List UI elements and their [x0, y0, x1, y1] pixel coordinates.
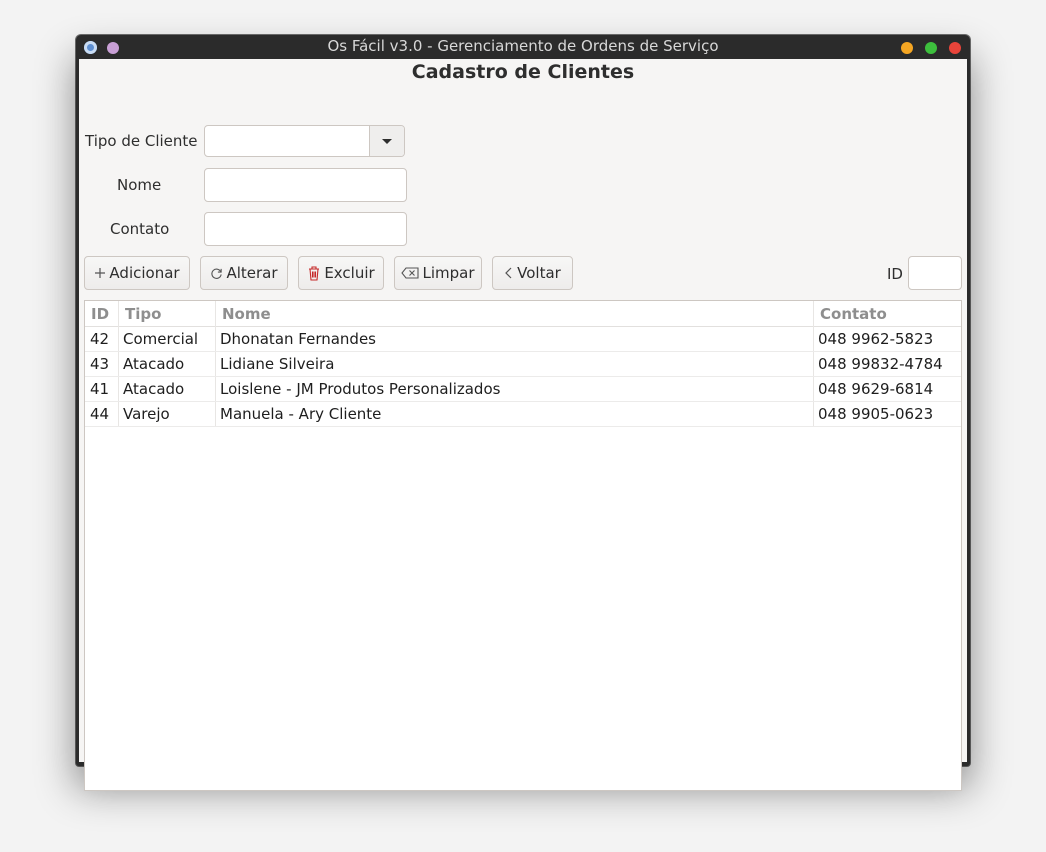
cell-nome: Lidiane Silveira	[220, 355, 335, 373]
title-bar[interactable]: Os Fácil v3.0 - Gerenciamento de Ordens …	[76, 35, 970, 59]
back-button[interactable]: Voltar	[492, 256, 573, 290]
clients-table[interactable]: ID Tipo Nome Contato 42 Comercial Dhonat…	[84, 300, 962, 791]
cell-nome: Manuela - Ary Cliente	[220, 405, 382, 423]
cell-id: 43	[90, 355, 110, 373]
backspace-icon	[401, 267, 420, 279]
column-header-id[interactable]: ID	[91, 305, 109, 323]
table-row[interactable]: 42 Comercial Dhonatan Fernandes 048 9962…	[85, 326, 961, 352]
cell-id: 44	[90, 405, 110, 423]
edit-button-label: Alterar	[226, 264, 278, 282]
add-button-label: Adicionar	[109, 264, 180, 282]
tipo-cliente-select[interactable]	[204, 125, 405, 157]
app-window: Os Fácil v3.0 - Gerenciamento de Ordens …	[76, 35, 970, 791]
window-title: Os Fácil v3.0 - Gerenciamento de Ordens …	[327, 37, 719, 55]
cell-tipo: Atacado	[123, 380, 185, 398]
cell-contato: 048 99832-4784	[818, 355, 943, 373]
cell-nome: Loislene - JM Produtos Personalizados	[220, 380, 501, 398]
clear-button-label: Limpar	[422, 264, 475, 282]
main-content: Cadastro de Clientes Tipo de Cliente Nom…	[79, 59, 967, 791]
column-header-tipo[interactable]: Tipo	[125, 305, 161, 323]
contato-input[interactable]	[204, 212, 407, 246]
page-title: Cadastro de Clientes	[411, 61, 635, 83]
table-row[interactable]: 43 Atacado Lidiane Silveira 048 99832-47…	[85, 351, 961, 377]
cell-nome: Dhonatan Fernandes	[220, 330, 376, 348]
minimize-button[interactable]	[901, 42, 913, 54]
nome-input[interactable]	[204, 168, 407, 202]
clear-button[interactable]: Limpar	[394, 256, 482, 290]
cell-tipo: Atacado	[123, 355, 185, 373]
chevron-left-icon	[504, 266, 514, 280]
cell-contato: 048 9629-6814	[818, 380, 934, 398]
id-input[interactable]	[908, 256, 962, 290]
nome-label: Nome	[117, 176, 162, 194]
cell-contato: 048 9962-5823	[818, 330, 934, 348]
id-label: ID	[887, 265, 903, 283]
cell-id: 42	[90, 330, 110, 348]
dropdown-button[interactable]	[369, 126, 404, 156]
table-header: ID Tipo Nome Contato	[85, 301, 961, 327]
chevron-down-icon	[382, 138, 392, 144]
delete-button[interactable]: Excluir	[298, 256, 384, 290]
delete-button-label: Excluir	[324, 264, 375, 282]
contato-label: Contato	[110, 220, 170, 238]
add-button[interactable]: Adicionar	[84, 256, 190, 290]
cell-tipo: Varejo	[123, 405, 170, 423]
tipo-cliente-label: Tipo de Cliente	[85, 132, 198, 150]
column-header-nome[interactable]: Nome	[222, 305, 271, 323]
cell-id: 41	[90, 380, 110, 398]
column-header-contato[interactable]: Contato	[820, 305, 887, 323]
close-button[interactable]	[949, 42, 961, 54]
maximize-button[interactable]	[925, 42, 937, 54]
cell-tipo: Comercial	[123, 330, 199, 348]
back-button-label: Voltar	[517, 264, 561, 282]
plus-icon	[94, 267, 106, 279]
edit-button[interactable]: Alterar	[200, 256, 288, 290]
table-row[interactable]: 41 Atacado Loislene - JM Produtos Person…	[85, 376, 961, 402]
table-row[interactable]: 44 Varejo Manuela - Ary Cliente 048 9905…	[85, 401, 961, 427]
trash-icon	[307, 265, 321, 281]
refresh-icon	[210, 267, 223, 280]
cell-contato: 048 9905-0623	[818, 405, 934, 423]
